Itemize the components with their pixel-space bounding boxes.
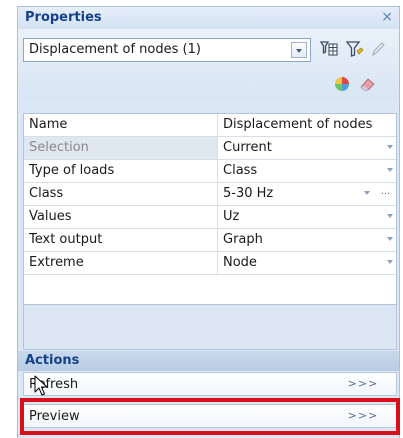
property-value[interactable]: Class [223,163,257,178]
chevron-down-icon[interactable] [387,260,393,264]
panel-titlebar: Properties × [18,7,399,29]
panel-title: Properties [25,10,102,25]
chevron-down-icon[interactable] [387,168,393,172]
pencil-icon[interactable] [370,40,386,58]
ellipsis-button[interactable]: ... [377,186,394,202]
properties-grid: Name Displacement of nodes Selection Cur… [23,113,397,305]
property-value[interactable]: Uz [223,209,239,224]
funnel-icon[interactable] [346,40,364,58]
property-value[interactable]: Node [223,255,257,270]
property-label: Values [29,209,72,224]
run-refresh-button[interactable]: >>> [330,373,396,395]
property-label: Selection [29,140,89,155]
property-row-class[interactable]: Class 5-30 Hz ... [24,183,396,206]
property-label: Type of loads [29,163,115,178]
properties-panel: Properties × Displacement of nodes (1) N… [17,6,400,438]
result-selector[interactable]: Displacement of nodes (1) [23,38,311,62]
chevron-down-icon[interactable] [291,42,307,58]
property-value[interactable]: Displacement of nodes [223,117,372,132]
actions-header: Actions [18,351,399,371]
property-label: Extreme [29,255,84,270]
preview-highlight-box [20,398,400,435]
property-row-type-of-loads[interactable]: Type of loads Class [24,160,396,183]
chevron-down-icon[interactable] [387,237,393,241]
eraser-icon[interactable] [358,76,376,92]
chevron-down-icon[interactable] [387,145,393,149]
property-row-text-output[interactable]: Text output Graph [24,229,396,252]
mouse-cursor-icon [34,375,48,396]
close-icon[interactable]: × [381,9,393,25]
refresh-action[interactable]: Refresh >>> [23,372,397,396]
property-value[interactable]: Current [223,140,272,155]
table-filter-icon[interactable] [320,40,338,58]
result-selector-value: Displacement of nodes (1) [29,42,201,57]
property-row-values[interactable]: Values Uz [24,206,396,229]
property-value[interactable]: Graph [223,232,263,247]
property-value[interactable]: 5-30 Hz [223,186,273,201]
property-row-name[interactable]: Name Displacement of nodes [24,114,396,137]
panel-toolbar: Displacement of nodes (1) [18,29,399,99]
color-palette-icon[interactable] [333,76,351,92]
property-row-extreme[interactable]: Extreme Node [24,252,396,275]
grid-empty-area [23,305,397,350]
property-row-selection[interactable]: Selection Current [24,137,396,160]
actions-title: Actions [25,353,80,368]
property-label: Text output [29,232,103,247]
chevron-down-icon[interactable] [387,214,393,218]
property-label: Class [29,186,64,201]
chevron-down-icon[interactable] [364,191,370,195]
property-label: Name [29,117,68,132]
